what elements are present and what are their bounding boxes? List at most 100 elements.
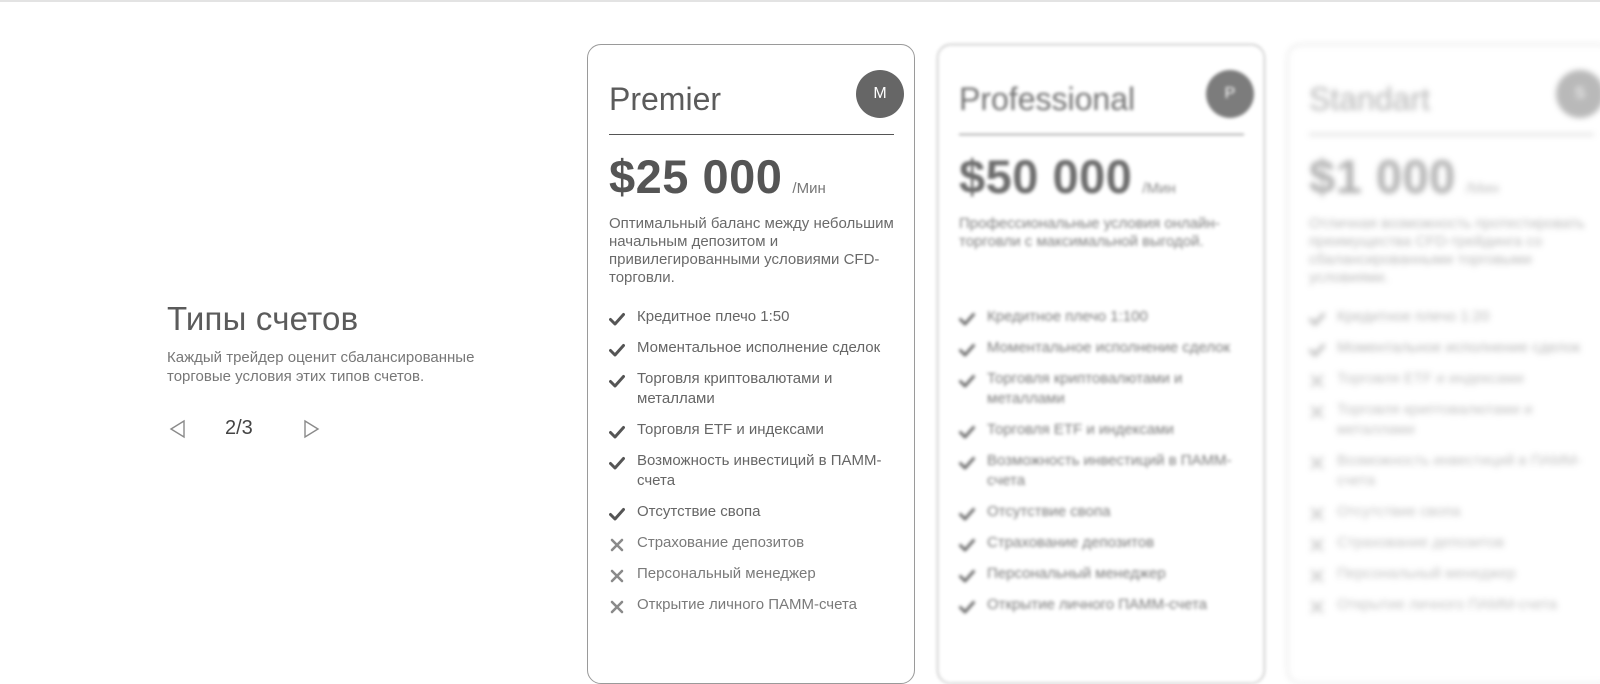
feature-item: Торговля криптовалютами и металлами	[959, 369, 1249, 409]
cross-icon	[609, 533, 637, 553]
feature-item: Кредитное плечо 1:50	[609, 307, 899, 327]
feature-label: Кредитное плечо 1:20	[1337, 308, 1490, 325]
section-subtitle: Каждый трейдер оценит сбалансированные т…	[167, 349, 475, 385]
cross-icon	[1309, 595, 1337, 615]
feature-item: Открытие личного ПАММ-счета	[1309, 595, 1599, 615]
feature-item: Открытие личного ПАММ-счета	[959, 595, 1249, 615]
feature-label: Моментальное исполнение сделок	[637, 339, 881, 356]
feature-item: Персональный менеджер	[959, 564, 1249, 584]
feature-label: Кредитное плечо 1:50	[637, 308, 790, 325]
feature-label: Открытие личного ПАММ-счета	[637, 596, 858, 613]
check-icon	[959, 369, 987, 389]
feature-list: Кредитное плечо 1:50 Моментальное исполне…	[609, 307, 899, 626]
account-card-professional[interactable]: Professional P $50 000/Мин Профессиональные…	[937, 44, 1265, 684]
feature-item: Торговля ETF и индексами	[1309, 369, 1599, 389]
check-icon	[1309, 307, 1337, 327]
account-card-premier[interactable]: Premier M $25 000/Мин Оптимальный баланс ме…	[587, 44, 915, 684]
plan-name: Premier	[609, 81, 722, 117]
feature-item: Моментальное исполнение сделок	[1309, 338, 1599, 358]
price-amount: $1 000	[1309, 150, 1456, 203]
feature-item: Отсутствие свопа	[609, 502, 899, 522]
card-divider	[959, 134, 1244, 135]
feature-label: Персональный менеджер	[1337, 565, 1516, 582]
feature-item: Возможность инвестиций в ПАММ-счета	[959, 451, 1249, 491]
check-icon	[959, 451, 987, 471]
feature-item: Кредитное плечо 1:20	[1309, 307, 1599, 327]
price-unit: /Мин	[1142, 180, 1176, 197]
feature-label: Торговля ETF и индексами	[1337, 370, 1524, 387]
price-amount: $25 000	[609, 150, 783, 203]
feature-item: Страхование депозитов	[959, 533, 1249, 553]
feature-label: Возможность инвестиций в ПАММ-счета	[987, 452, 1232, 489]
check-icon	[959, 307, 987, 327]
feature-item: Открытие личного ПАММ-счета	[609, 595, 899, 615]
check-icon	[959, 420, 987, 440]
slider-pager: 2/3	[167, 414, 337, 446]
feature-label: Открытие личного ПАММ-счета	[987, 596, 1208, 613]
feature-label: Отсутствие свопа	[987, 503, 1111, 520]
card-divider	[1309, 134, 1594, 135]
cross-icon	[609, 595, 637, 615]
plan-description: Отличная возможность протестировать преи…	[1309, 215, 1585, 286]
feature-item: Страхование депозитов	[1309, 533, 1599, 553]
check-icon	[609, 307, 637, 327]
feature-item: Персональный менеджер	[609, 564, 899, 584]
check-icon	[609, 420, 637, 440]
plan-description: Профессиональные условия онлайн-торговли…	[959, 215, 1220, 250]
check-icon	[609, 502, 637, 522]
next-arrow-icon[interactable]	[300, 418, 322, 440]
plan-badge-avatar: M	[856, 70, 904, 118]
feature-item: Возможность инвестиций в ПАММ-счета	[609, 451, 899, 491]
cross-icon	[1309, 564, 1337, 584]
feature-item: Возможность инвестиций в ПАММ-счета	[1309, 451, 1599, 491]
feature-item: Моментальное исполнение сделок	[959, 338, 1249, 358]
feature-label: Страхование депозитов	[637, 534, 805, 551]
feature-item: Торговля криптовалютами и металлами	[1309, 400, 1599, 440]
feature-item: Отсутствие свопа	[959, 502, 1249, 522]
feature-item: Кредитное плечо 1:100	[959, 307, 1249, 327]
plan-price: $50 000/Мин	[959, 149, 1176, 204]
cross-icon	[1309, 533, 1337, 553]
feature-label: Торговля криптовалютами и металлами	[637, 370, 833, 407]
check-icon	[959, 502, 987, 522]
feature-label: Возможность инвестиций в ПАММ-счета	[1337, 452, 1582, 489]
check-icon	[959, 533, 987, 553]
prev-arrow-icon[interactable]	[167, 418, 189, 440]
plan-badge-avatar: P	[1206, 70, 1254, 118]
feature-label: Персональный менеджер	[637, 565, 816, 582]
feature-label: Торговля криптовалютами и металлами	[987, 370, 1183, 407]
check-icon	[609, 338, 637, 358]
plan-price: $25 000/Мин	[609, 149, 826, 204]
feature-label: Открытие личного ПАММ-счета	[1337, 596, 1558, 613]
check-icon	[609, 369, 637, 389]
cross-icon	[1309, 369, 1337, 389]
plan-badge-avatar: S	[1556, 70, 1600, 118]
section-title: Типы счетов	[167, 300, 359, 337]
feature-label: Торговля криптовалютами и металлами	[1337, 401, 1533, 438]
plan-name: Professional	[959, 81, 1136, 117]
cross-icon	[609, 564, 637, 584]
top-divider	[0, 0, 1600, 2]
feature-label: Моментальное исполнение сделок	[987, 339, 1231, 356]
check-icon	[609, 451, 637, 471]
price-amount: $50 000	[959, 150, 1133, 203]
plan-description: Оптимальный баланс между небольшим начал…	[609, 215, 894, 286]
slide-counter: 2/3	[225, 417, 253, 439]
plan-price: $1 000/Мин	[1309, 149, 1499, 204]
feature-label: Отсутствие свопа	[637, 503, 761, 520]
feature-list: Кредитное плечо 1:100 Моментальное исполн…	[959, 307, 1249, 626]
feature-item: Торговля криптовалютами и металлами	[609, 369, 899, 409]
cross-icon	[1309, 400, 1337, 420]
account-card-standart[interactable]: Standart S $1 000/Мин Отличная возможность …	[1287, 44, 1600, 684]
feature-label: Страхование депозитов	[1337, 534, 1505, 551]
feature-item: Персональный менеджер	[1309, 564, 1599, 584]
price-unit: /Мин	[792, 180, 826, 197]
feature-label: Персональный менеджер	[987, 565, 1166, 582]
check-icon	[959, 338, 987, 358]
feature-label: Торговля ETF и индексами	[987, 421, 1174, 438]
feature-item: Торговля ETF и индексами	[609, 420, 899, 440]
cross-icon	[1309, 502, 1337, 522]
plan-name: Standart	[1309, 81, 1430, 117]
card-divider	[609, 134, 894, 135]
feature-label: Отсутствие свопа	[1337, 503, 1461, 520]
